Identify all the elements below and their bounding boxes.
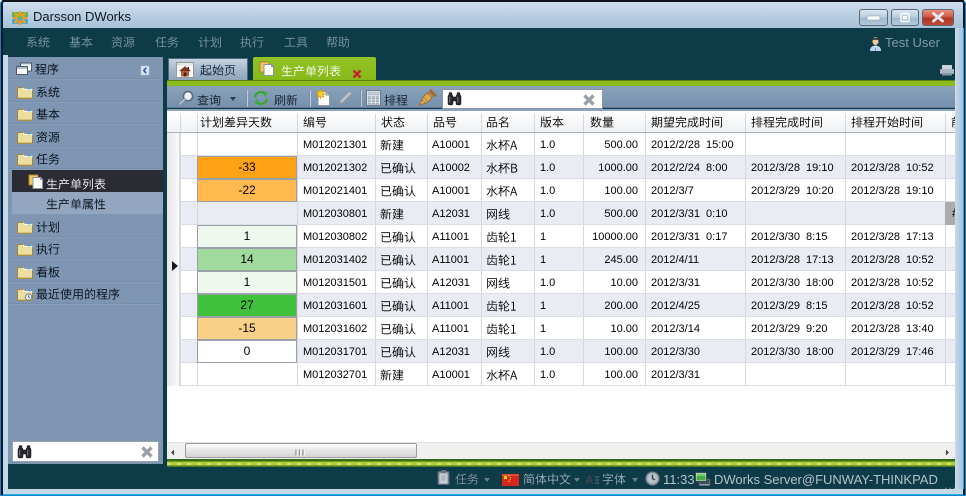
svg-text:A: A xyxy=(585,473,594,486)
